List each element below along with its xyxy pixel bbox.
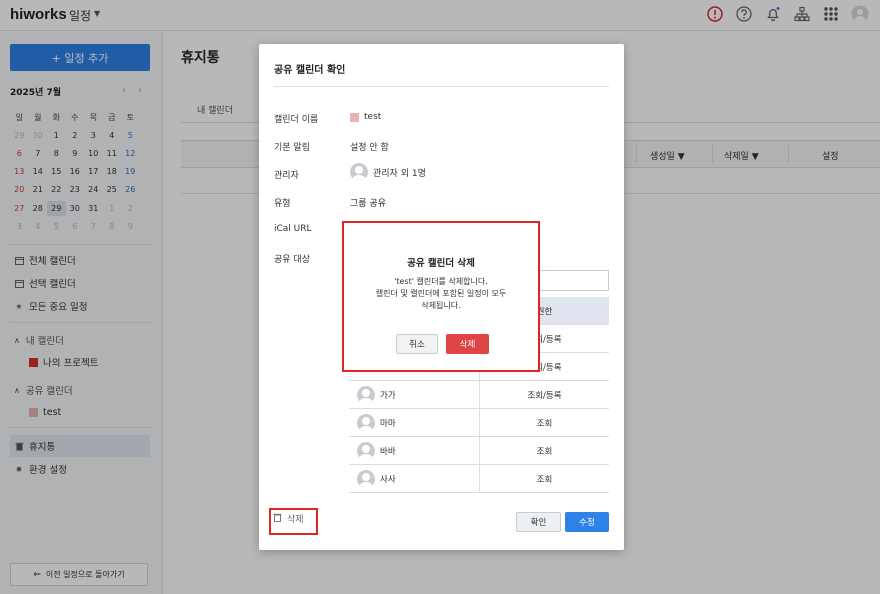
confirm-message-line: 'test' 캘린더를 삭제합니다. bbox=[394, 277, 488, 286]
member-name: 가가 bbox=[380, 390, 396, 401]
confirm-message-line: 캘린더 및 캘린더에 포함된 일정이 모두 bbox=[375, 289, 507, 298]
cancel-button[interactable]: 취소 bbox=[396, 334, 438, 354]
delete-confirm-dialog: 공유 캘린더 삭제 'test' 캘린더를 삭제합니다. 캘린더 및 캘린더에 … bbox=[342, 221, 540, 372]
share-member: 바바 bbox=[349, 437, 480, 464]
admin-text: 관리자 외 1명 bbox=[373, 168, 426, 179]
calendar-name-value: test bbox=[350, 112, 381, 122]
admin-value: 관리자 외 1명 bbox=[350, 163, 426, 181]
confirm-delete-button[interactable]: 삭제 bbox=[446, 334, 489, 354]
avatar bbox=[357, 469, 375, 488]
type-value: 그룹 공유 bbox=[350, 199, 386, 209]
member-name: 바바 bbox=[380, 446, 396, 457]
calendar-color-swatch bbox=[350, 112, 359, 122]
share-member: 사사 bbox=[349, 465, 480, 492]
share-target-label: 공유 대상 bbox=[274, 255, 310, 265]
edit-button[interactable]: 수정 bbox=[565, 512, 609, 532]
default-alarm-label: 기본 알림 bbox=[274, 143, 310, 153]
member-permission: 조회 bbox=[536, 474, 553, 485]
share-table-row: 마마 조회 bbox=[349, 409, 609, 437]
avatar bbox=[357, 441, 375, 460]
modal-divider bbox=[274, 86, 609, 87]
share-table-row: 가가 조회/등록 bbox=[349, 381, 609, 409]
type-label: 유형 bbox=[274, 199, 291, 209]
calendar-name-label: 캘린더 이름 bbox=[274, 115, 319, 125]
confirm-button[interactable]: 확인 bbox=[516, 512, 561, 532]
avatar bbox=[357, 413, 375, 432]
share-table-row: 사사 조회 bbox=[349, 465, 609, 493]
calendar-name-text: test bbox=[364, 112, 382, 122]
member-permission: 조회/등록 bbox=[527, 390, 562, 401]
member-name: 마마 bbox=[380, 418, 396, 429]
member-permission: 조회 bbox=[536, 446, 553, 457]
confirm-message-line: 삭제됩니다. bbox=[421, 301, 461, 310]
share-member: 가가 bbox=[349, 381, 480, 408]
default-alarm-value: 설정 안 함 bbox=[350, 143, 389, 153]
confirm-message: 'test' 캘린더를 삭제합니다. 캘린더 및 캘린더에 포함된 일정이 모두… bbox=[344, 276, 538, 312]
ical-url-label: iCal URL bbox=[274, 224, 312, 234]
avatar bbox=[357, 385, 375, 404]
avatar bbox=[350, 163, 368, 181]
member-name: 사사 bbox=[380, 474, 396, 485]
confirm-title: 공유 캘린더 삭제 bbox=[407, 258, 475, 269]
member-permission: 조회 bbox=[536, 418, 553, 429]
modal-title: 공유 캘린더 확인 bbox=[274, 65, 346, 76]
share-table-row: 바바 조회 bbox=[349, 437, 609, 465]
admin-label: 관리자 bbox=[274, 171, 299, 181]
share-member: 마마 bbox=[349, 409, 480, 436]
delete-highlight-box bbox=[269, 508, 318, 535]
